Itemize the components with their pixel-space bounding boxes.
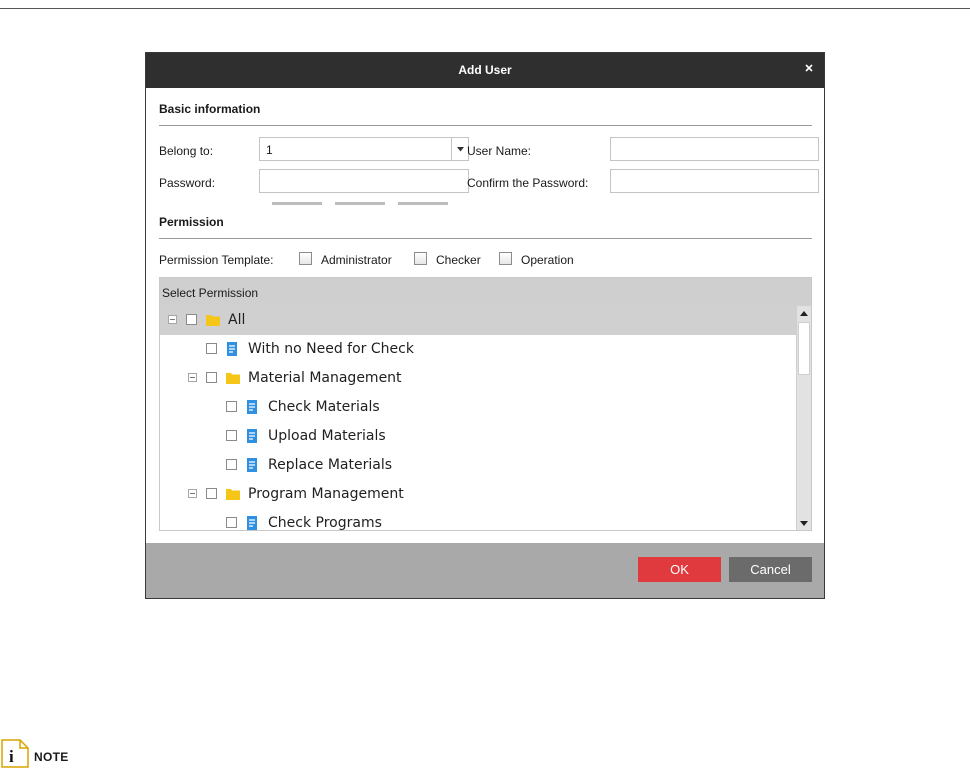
tree-checkbox[interactable] <box>186 314 197 325</box>
tree-checkbox[interactable] <box>206 488 217 499</box>
tree-scrollbar[interactable] <box>796 306 811 530</box>
tree-checkbox[interactable] <box>226 401 237 412</box>
tree-item-label: With no Need for Check <box>248 341 414 357</box>
ok-button[interactable]: OK <box>638 557 721 582</box>
permission-template-label: Permission Template: <box>159 253 274 267</box>
permission-tree-panel: Select Permission All With no Need for Ch… <box>159 277 812 531</box>
tree-checkbox[interactable] <box>206 343 217 354</box>
checker-label: Checker <box>436 253 481 267</box>
tree-item-label: All <box>228 312 246 328</box>
belong-to-value: 1 <box>266 143 273 157</box>
document-icon <box>246 516 258 530</box>
tree-checkbox[interactable] <box>226 459 237 470</box>
tree-row[interactable]: Program Management <box>160 480 796 509</box>
collapse-icon[interactable] <box>188 489 197 498</box>
basic-information-heading: Basic information <box>159 102 261 116</box>
tree-checkbox[interactable] <box>206 372 217 383</box>
permission-heading: Permission <box>159 215 224 229</box>
password-input[interactable] <box>259 169 469 193</box>
tree-checkbox[interactable] <box>226 430 237 441</box>
collapse-icon[interactable] <box>188 373 197 382</box>
password-label: Password: <box>159 176 216 190</box>
svg-text:i: i <box>9 747 14 766</box>
tree-item-label: Check Materials <box>268 399 380 415</box>
document-icon <box>246 429 258 443</box>
divider <box>159 125 812 126</box>
folder-icon <box>206 314 220 326</box>
collapse-icon[interactable] <box>168 315 177 324</box>
note-label: NOTE <box>34 750 69 764</box>
dialog-title: Add User <box>458 63 512 77</box>
scroll-thumb[interactable] <box>798 322 810 375</box>
folder-icon <box>226 372 240 384</box>
tree-checkbox[interactable] <box>226 517 237 528</box>
confirm-password-input[interactable] <box>610 169 819 193</box>
chevron-down-icon[interactable] <box>451 138 468 160</box>
confirm-password-label: Confirm the Password: <box>467 176 589 190</box>
permission-tree: All With no Need for Check Material Manage… <box>160 306 796 531</box>
document-icon <box>246 400 258 414</box>
close-icon[interactable] <box>802 61 816 75</box>
user-name-label: User Name: <box>467 144 532 158</box>
password-strength-bar-weak <box>272 202 322 205</box>
scroll-down-icon[interactable] <box>797 516 811 530</box>
document-icon <box>246 458 258 472</box>
tree-item-label: Program Management <box>248 486 404 502</box>
dialog-footer: OK Cancel <box>146 543 824 598</box>
tree-row[interactable]: Replace Materials <box>160 451 796 480</box>
belong-to-select[interactable]: 1 <box>259 137 469 161</box>
tree-row[interactable]: Check Materials <box>160 393 796 422</box>
info-icon: i <box>0 738 30 768</box>
user-name-input[interactable] <box>610 137 819 161</box>
tree-row[interactable]: All <box>160 306 796 335</box>
divider <box>159 238 812 239</box>
add-user-dialog: Add User Basic information Belong to: 1 … <box>145 52 825 599</box>
password-strength-bar-strong <box>398 202 448 205</box>
cancel-button[interactable]: Cancel <box>729 557 812 582</box>
tree-item-label: Check Programs <box>268 515 382 531</box>
tree-row[interactable]: With no Need for Check <box>160 335 796 364</box>
administrator-label: Administrator <box>321 253 392 267</box>
belong-to-label: Belong to: <box>159 144 214 158</box>
document-icon <box>226 342 238 356</box>
tree-row[interactable]: Check Programs <box>160 509 796 531</box>
folder-icon <box>226 488 240 500</box>
tree-item-label: Material Management <box>248 370 402 386</box>
scroll-up-icon[interactable] <box>797 307 811 321</box>
dialog-titlebar: Add User <box>146 53 824 88</box>
tree-row[interactable]: Upload Materials <box>160 422 796 451</box>
password-strength-bar-medium <box>335 202 385 205</box>
tree-item-label: Replace Materials <box>268 457 392 473</box>
tree-item-label: Upload Materials <box>268 428 386 444</box>
operation-checkbox[interactable] <box>499 252 512 265</box>
tree-row[interactable]: Material Management <box>160 364 796 393</box>
administrator-checkbox[interactable] <box>299 252 312 265</box>
checker-checkbox[interactable] <box>414 252 427 265</box>
select-permission-label: Select Permission <box>162 286 259 300</box>
select-permission-header: Select Permission <box>160 278 811 306</box>
page-top-rule <box>0 8 970 9</box>
operation-label: Operation <box>521 253 574 267</box>
